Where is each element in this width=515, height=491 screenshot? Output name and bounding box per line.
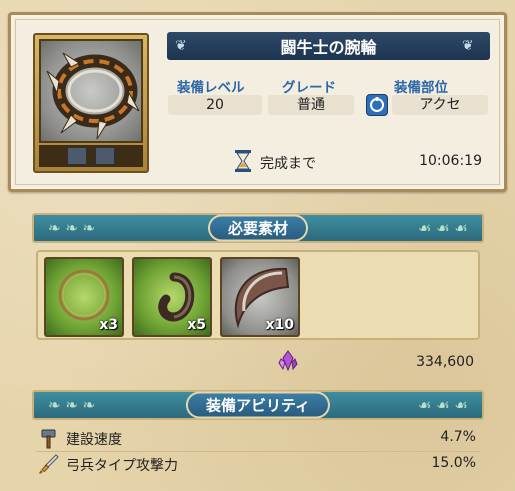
materials-header: ❧ ❧ ❧ 必要素材 ☙ ☙ ☙ (32, 213, 484, 243)
purple-crystal-icon (277, 350, 299, 372)
cost-row: 334,600 (277, 350, 479, 374)
grade-label: グレード (282, 80, 336, 96)
ability-row: 弓兵タイプ攻撃力 15.0% (32, 453, 484, 475)
item-name: 闘牛士の腕輪 (280, 38, 377, 57)
level-label: 装備レベル (177, 80, 245, 96)
level-value: 20 (168, 95, 262, 115)
material-slot-1[interactable]: x3 (44, 257, 124, 337)
hammer-icon (38, 427, 60, 449)
grade-value: 普通 (268, 95, 354, 115)
sword-icon (38, 453, 60, 475)
timer-label: 完成まで (260, 156, 316, 172)
accessory-slot-icon (366, 94, 388, 116)
socket-slot[interactable] (95, 147, 115, 165)
right-ornament-icon: ❦ (462, 38, 474, 54)
slot-value: アクセ (392, 95, 488, 115)
vine-ornament-icon: ☙ ☙ ☙ (418, 396, 468, 414)
ability-name: 建設速度 (66, 432, 122, 448)
material-count: x10 (265, 317, 294, 333)
item-name-banner: ❦ 闘牛士の腕輪 ❦ (167, 32, 490, 60)
bracelet-icon (39, 39, 143, 143)
abilities-header: ❧ ❧ ❧ 装備アビリティ ☙ ☙ ☙ (32, 390, 484, 420)
vine-ornament-icon: ☙ ☙ ☙ (418, 219, 468, 237)
materials-panel: x3 x5 x10 (36, 250, 480, 340)
vine-ornament-icon: ❧ ❧ ❧ (48, 219, 96, 237)
abilities-title: 装備アビリティ (185, 391, 331, 419)
slot-label: 装備部位 (394, 80, 448, 96)
material-count: x5 (187, 317, 206, 333)
ability-value: 15.0% (431, 455, 476, 471)
timer-value: 10:06:19 (419, 153, 482, 169)
ability-row: 建設速度 4.7% (32, 427, 484, 449)
materials-title: 必要素材 (207, 214, 309, 242)
ability-name: 弓兵タイプ攻撃力 (66, 458, 178, 474)
timer-row: 完成まで 10:06:19 (233, 150, 488, 172)
material-slot-2[interactable]: x5 (132, 257, 212, 337)
material-slot-3[interactable]: x10 (220, 257, 300, 337)
item-frame[interactable] (33, 33, 149, 173)
socket-slots (39, 145, 143, 167)
ability-value: 4.7% (440, 429, 476, 445)
vine-ornament-icon: ❧ ❧ ❧ (48, 396, 96, 414)
cost-value: 334,600 (416, 354, 474, 370)
material-count: x3 (99, 317, 118, 333)
divider (36, 451, 480, 452)
hourglass-icon (233, 150, 253, 172)
left-ornament-icon: ❦ (175, 38, 187, 54)
socket-slot[interactable] (67, 147, 87, 165)
